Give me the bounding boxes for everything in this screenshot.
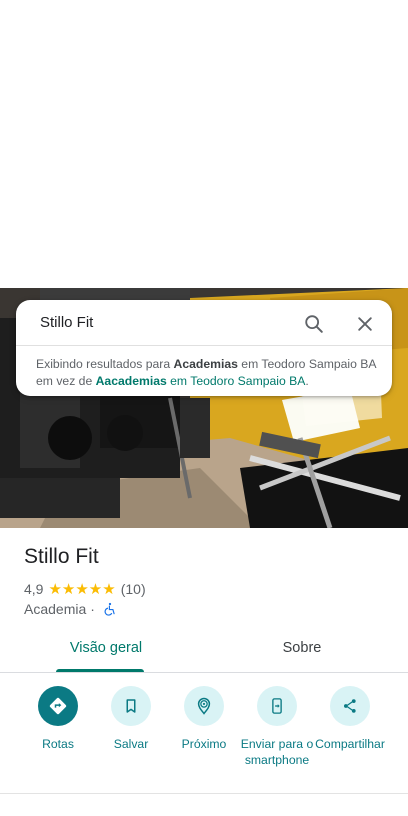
search-card: Stillo Fit Exibindo resultados para Acad… — [16, 300, 392, 396]
wheelchair-accessible-icon — [103, 602, 117, 616]
share-icon — [330, 686, 370, 726]
category-row: Academia · — [24, 601, 117, 617]
rating-row[interactable]: 4,9 ★★★★★ (10) — [24, 580, 146, 598]
directions-button[interactable]: Rotas — [20, 686, 96, 752]
send-to-phone-label: Enviar para o smartphone — [240, 737, 314, 767]
tab-overview[interactable]: Visão geral — [56, 640, 156, 656]
bookmark-icon — [111, 686, 151, 726]
send-to-phone-button[interactable]: Enviar para o smartphone — [239, 686, 315, 768]
search-input[interactable]: Stillo Fit — [40, 314, 93, 331]
directions-icon — [38, 686, 78, 726]
directions-label: Rotas — [42, 737, 74, 751]
search-icon[interactable] — [302, 312, 326, 336]
nearby-button[interactable]: Próximo — [166, 686, 242, 752]
save-button[interactable]: Salvar — [93, 686, 169, 752]
review-count: (10) — [120, 581, 146, 597]
save-label: Salvar — [113, 737, 149, 751]
share-button[interactable]: Compartilhar — [312, 686, 388, 752]
map-area-blank — [0, 0, 408, 288]
place-title: Stillo Fit — [24, 545, 99, 568]
rating-value: 4,9 — [24, 581, 44, 597]
section-divider — [0, 793, 408, 794]
send-to-phone-icon — [257, 686, 297, 726]
nearby-label: Próximo — [181, 737, 227, 751]
tab-about[interactable]: Sobre — [252, 640, 352, 656]
close-icon[interactable] — [353, 312, 377, 336]
search-divider — [16, 345, 392, 346]
share-label: Compartilhar — [315, 737, 385, 751]
search-correction-notice: Exibindo resultados para Academias em Te… — [36, 357, 376, 388]
star-rating-icon: ★★★★★ — [48, 581, 116, 598]
search-instead-link[interactable]: Aacademias em Teodoro Sampaio BA — [96, 374, 306, 388]
separator: · — [90, 601, 95, 617]
tab-divider — [0, 672, 408, 673]
place-category: Academia — [24, 601, 87, 617]
nearby-icon — [184, 686, 224, 726]
